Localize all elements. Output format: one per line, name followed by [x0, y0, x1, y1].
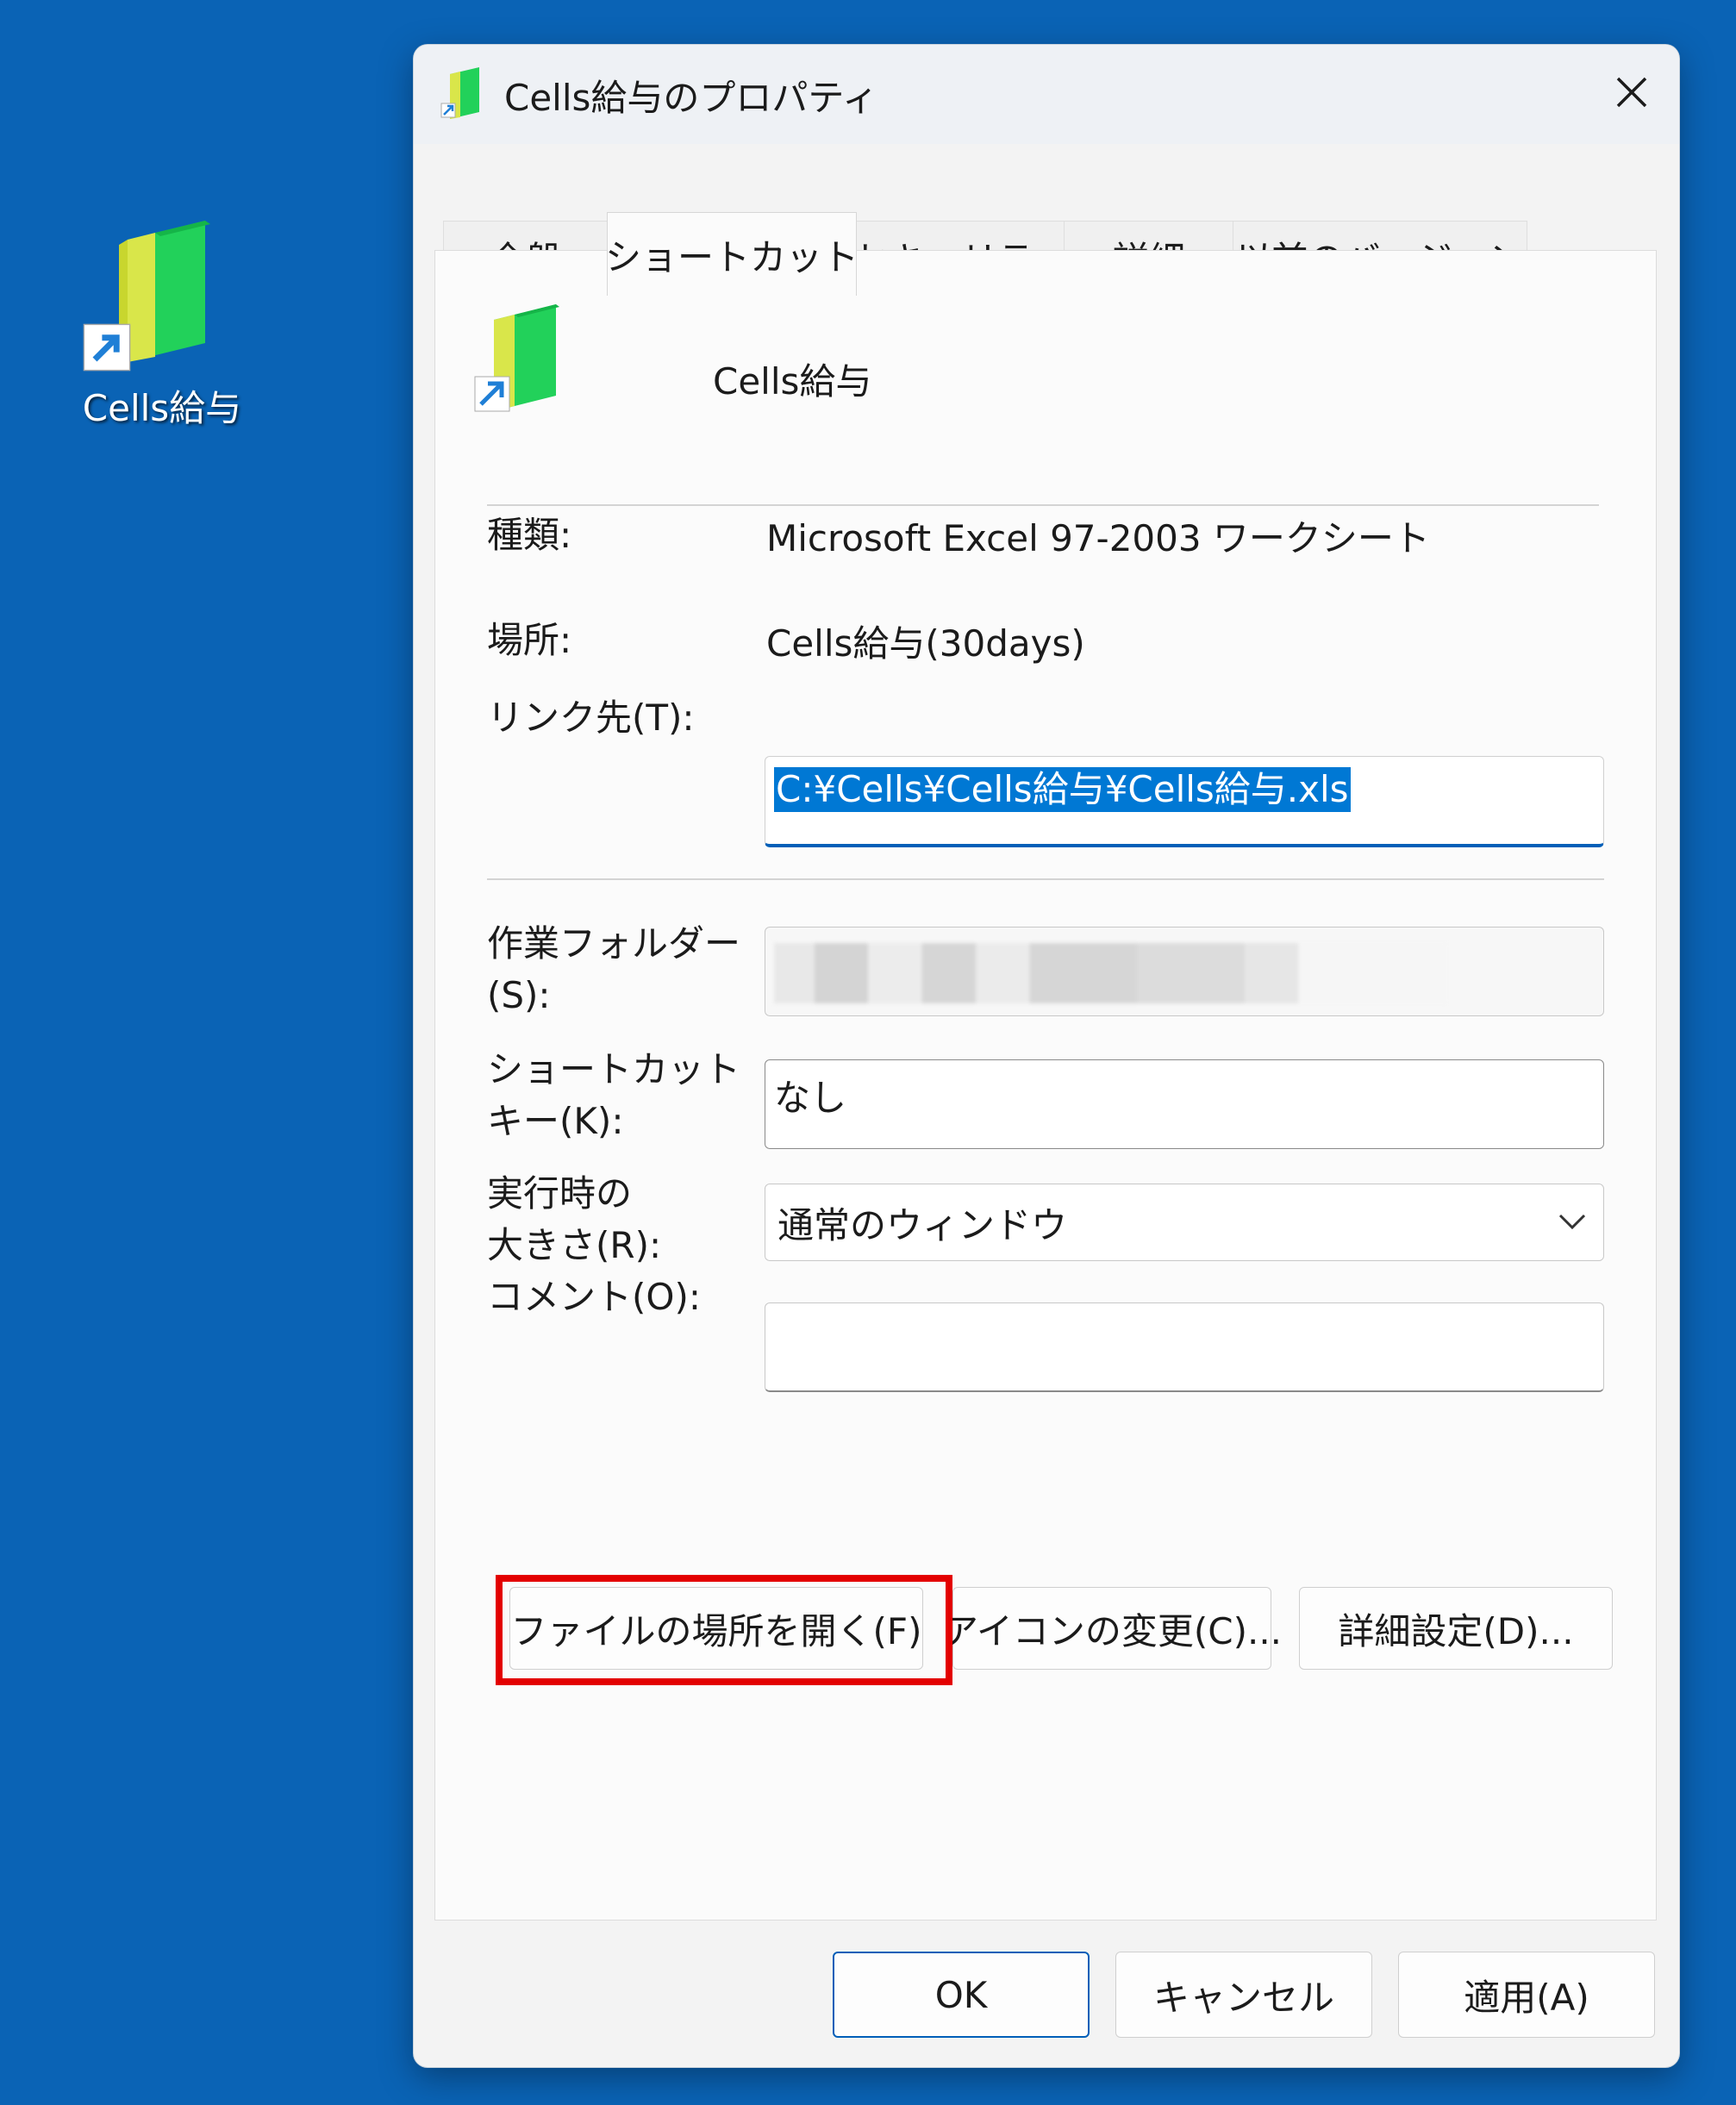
separator — [487, 878, 1604, 880]
properties-dialog: Cells給与のプロパティ 全般 ショートカット セキュリティ 詳細 以前のバー… — [414, 45, 1679, 2067]
desktop-shortcut[interactable]: Cells給与 — [76, 207, 248, 440]
close-button[interactable] — [1584, 45, 1679, 140]
shortcut-name: Cells給与 — [713, 360, 872, 403]
target-label: リンク先(T): — [487, 696, 695, 739]
chevron-down-icon — [1558, 1214, 1586, 1230]
comment-label: コメント(O): — [487, 1276, 701, 1318]
type-label: 種類: — [487, 514, 572, 556]
location-value: Cells給与(30days) — [766, 622, 1085, 665]
hotkey-value: なし — [774, 1077, 847, 1119]
cancel-button[interactable]: キャンセル — [1115, 1952, 1372, 2038]
target-input-value: C:¥Cells¥Cells給与¥Cells給与.xls — [774, 767, 1351, 812]
workdir-input[interactable] — [765, 927, 1604, 1016]
highlight-box — [496, 1575, 952, 1685]
shortcut-tab-panel: Cells給与 種類: Microsoft Excel 97-2003 ワークシ… — [434, 250, 1657, 1921]
dialog-title: Cells給与のプロパティ — [504, 77, 878, 119]
workdir-label: 作業フォルダー (S): — [487, 922, 741, 1016]
excel-book-icon — [474, 304, 559, 412]
location-label: 場所: — [487, 619, 572, 661]
apply-button[interactable]: 適用(A) — [1398, 1952, 1655, 2038]
comment-input[interactable] — [765, 1302, 1604, 1392]
target-input[interactable]: C:¥Cells¥Cells給与¥Cells給与.xls — [765, 756, 1604, 847]
close-icon — [1616, 77, 1647, 108]
title-bar: Cells給与のプロパティ — [414, 45, 1679, 144]
change-icon-button[interactable]: アイコンの変更(C)... — [942, 1587, 1282, 1670]
advanced-button[interactable]: 詳細設定(D)... — [1299, 1587, 1613, 1670]
tab-shortcut[interactable]: ショートカット — [605, 212, 859, 296]
run-size-label: 実行時の 大きさ(R): — [487, 1172, 662, 1266]
hotkey-input[interactable]: なし — [765, 1059, 1604, 1149]
run-size-select[interactable]: 通常のウィンドウ — [765, 1184, 1604, 1261]
desktop-shortcut-label: Cells給与 — [82, 387, 242, 429]
type-value: Microsoft Excel 97-2003 ワークシート — [766, 517, 1430, 559]
separator — [487, 504, 1599, 506]
ok-button[interactable]: OK — [833, 1952, 1090, 2038]
run-size-value: 通常のウィンドウ — [777, 1204, 1068, 1246]
hotkey-label: ショートカット キー(K): — [487, 1048, 741, 1142]
shortcut-arrow-icon — [83, 323, 131, 372]
excel-book-icon — [440, 67, 479, 119]
workdir-redacted — [774, 943, 1446, 1003]
